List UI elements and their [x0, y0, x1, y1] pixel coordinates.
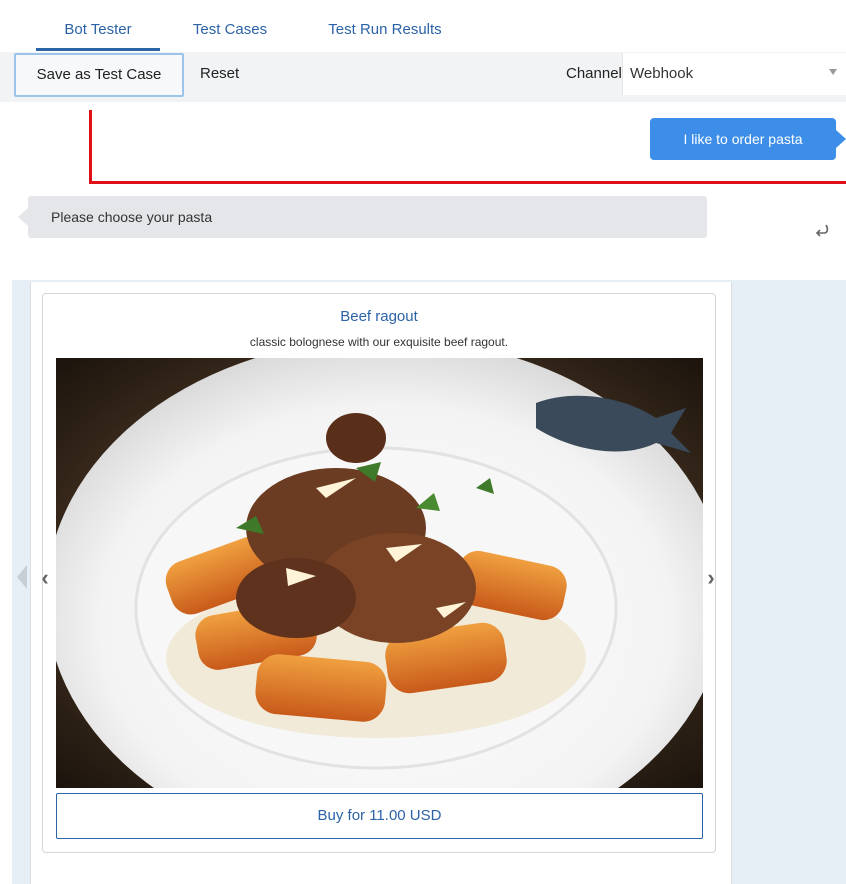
channel-select-value: Webhook [630, 65, 694, 82]
bot-message-text: Please choose your pasta [51, 209, 213, 225]
channel-select[interactable]: Webhook [622, 53, 846, 95]
reset-button[interactable]: Reset [200, 52, 239, 96]
pasta-photo [56, 358, 703, 788]
carousel-next-icon[interactable]: › [704, 567, 718, 589]
carousel-prev-icon[interactable]: ‹ [38, 567, 52, 589]
pasta-image [56, 358, 703, 788]
tab-bot-tester[interactable]: Bot Tester [36, 0, 160, 51]
bot-message-bubble: Please choose your pasta [18, 196, 707, 238]
save-as-test-case-button[interactable]: Save as Test Case [14, 53, 184, 97]
tab-test-run-results[interactable]: Test Run Results [308, 0, 462, 51]
toolbar: Save as Test Case Reset Channel Webhook [0, 52, 846, 102]
carousel-edge-arrow-icon [17, 565, 27, 589]
card-subtitle: classic bolognese with our exquisite bee… [249, 335, 509, 349]
user-message-bubble: I like to order pasta [650, 118, 846, 160]
annotation-line-horizontal [89, 181, 846, 184]
card-title: Beef ragout [340, 308, 418, 325]
tab-test-cases[interactable]: Test Cases [176, 0, 284, 51]
channel-label: Channel [566, 65, 622, 82]
annotation-line-vertical [89, 110, 92, 184]
caret-down-icon [829, 69, 837, 75]
reply-arrow-icon[interactable] [812, 222, 832, 242]
tab-bar: Bot Tester Test Cases Test Run Results [0, 0, 846, 53]
buy-button[interactable]: Buy for 11.00 USD [56, 793, 703, 839]
